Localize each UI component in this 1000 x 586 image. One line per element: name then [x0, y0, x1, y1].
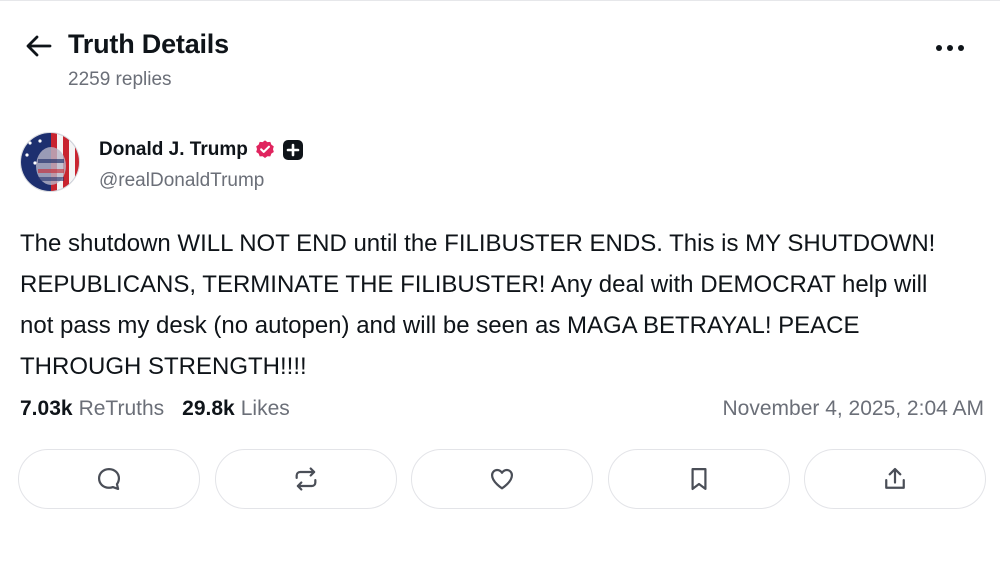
back-button[interactable]	[24, 31, 54, 61]
likes-count: 29.8k	[182, 397, 235, 420]
reply-count: 2259 replies	[68, 69, 172, 90]
repost-icon	[295, 467, 316, 491]
more-horizontal-icon	[936, 45, 964, 51]
avatar-image	[21, 133, 79, 191]
action-bar	[18, 449, 986, 509]
post-stats: 7.03k ReTruths 29.8k Likes	[20, 397, 290, 421]
retruths-count: 7.03k	[20, 397, 73, 420]
post-text: The shutdown WILL NOT END until the FILI…	[20, 230, 936, 380]
share-button[interactable]	[804, 449, 986, 509]
comment-icon	[97, 467, 121, 491]
heart-icon	[490, 468, 514, 490]
retruths-label: ReTruths	[78, 397, 165, 420]
likes-stat[interactable]: 29.8k Likes	[182, 397, 290, 421]
like-button[interactable]	[411, 449, 593, 509]
arrow-left-icon	[26, 35, 52, 57]
post-detail-page: Truth Details 2259 replies Donald J. Tru…	[0, 0, 1000, 586]
author-name-row: Donald J. Trump	[99, 137, 304, 163]
likes-label: Likes	[240, 397, 290, 420]
verified-badge-icon	[254, 139, 276, 161]
reply-button[interactable]	[18, 449, 200, 509]
author-handle[interactable]: @realDonaldTrump	[99, 170, 264, 192]
bookmark-button[interactable]	[607, 449, 790, 509]
retruths-stat[interactable]: 7.03k ReTruths	[20, 397, 164, 421]
page-title: Truth Details	[68, 29, 229, 59]
author-name[interactable]: Donald J. Trump	[99, 139, 248, 161]
bookmark-icon	[690, 467, 707, 491]
retruth-button[interactable]	[214, 449, 397, 509]
plus-square-icon	[282, 139, 304, 161]
more-options-button[interactable]	[934, 37, 966, 59]
share-icon	[885, 467, 905, 489]
post-timestamp: November 4, 2025, 2:04 AM	[722, 397, 985, 420]
avatar[interactable]	[20, 132, 80, 192]
